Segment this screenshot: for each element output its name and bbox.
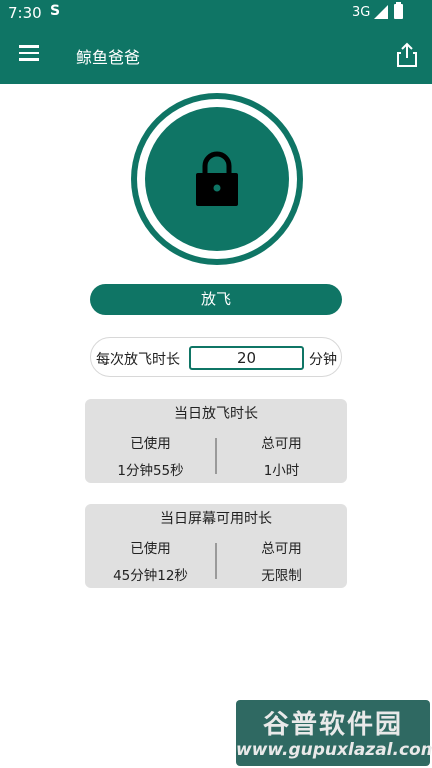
daily-screen-card: 当日屏幕可用时长 已使用 45分钟12秒 总可用 无限制 <box>85 504 347 588</box>
app-bar: 鲸鱼爸爸 <box>0 26 432 84</box>
share-icon[interactable] <box>396 42 418 68</box>
duration-prefix: 每次放飞时长 <box>96 352 180 368</box>
watermark-title: 谷普软件园 <box>262 710 403 740</box>
fly-button[interactable]: 放飞 <box>90 284 342 315</box>
signal-icon <box>374 5 388 19</box>
status-time: 7:30 <box>8 4 42 22</box>
lock-toggle-button[interactable] <box>145 107 289 251</box>
daily-fly-used-value: 1分钟55秒 <box>117 463 184 479</box>
battery-icon <box>394 2 403 19</box>
duration-input[interactable]: 20 <box>189 346 304 370</box>
app-title: 鲸鱼爸爸 <box>76 48 141 67</box>
daily-fly-total-label: 总可用 <box>261 436 302 452</box>
daily-fly-total-value: 1小时 <box>263 463 300 479</box>
daily-fly-title: 当日放飞时长 <box>174 406 258 422</box>
lock-icon <box>196 151 238 206</box>
sim-icon: S <box>50 3 61 19</box>
daily-screen-title: 当日屏幕可用时长 <box>160 511 272 527</box>
daily-fly-used-label: 已使用 <box>130 436 171 452</box>
network-type: 3G <box>352 5 371 20</box>
daily-screen-used-value: 45分钟12秒 <box>113 568 188 584</box>
watermark-url: www.gupuxlazal.com <box>236 740 432 760</box>
lock-ring <box>131 93 303 265</box>
daily-screen-total-value: 无限制 <box>261 568 302 584</box>
hamburger-menu-icon[interactable] <box>19 45 39 61</box>
daily-screen-total-label: 总可用 <box>261 541 302 557</box>
watermark-logo: 谷普软件园 www.gupuxlazal.com <box>236 700 432 766</box>
duration-setting: 每次放飞时长 20 分钟 <box>90 337 342 377</box>
duration-unit: 分钟 <box>309 352 337 368</box>
status-bar: 7:30 S 3G <box>0 0 432 26</box>
daily-fly-card: 当日放飞时长 已使用 1分钟55秒 总可用 1小时 <box>85 399 347 483</box>
daily-screen-used-label: 已使用 <box>130 541 171 557</box>
